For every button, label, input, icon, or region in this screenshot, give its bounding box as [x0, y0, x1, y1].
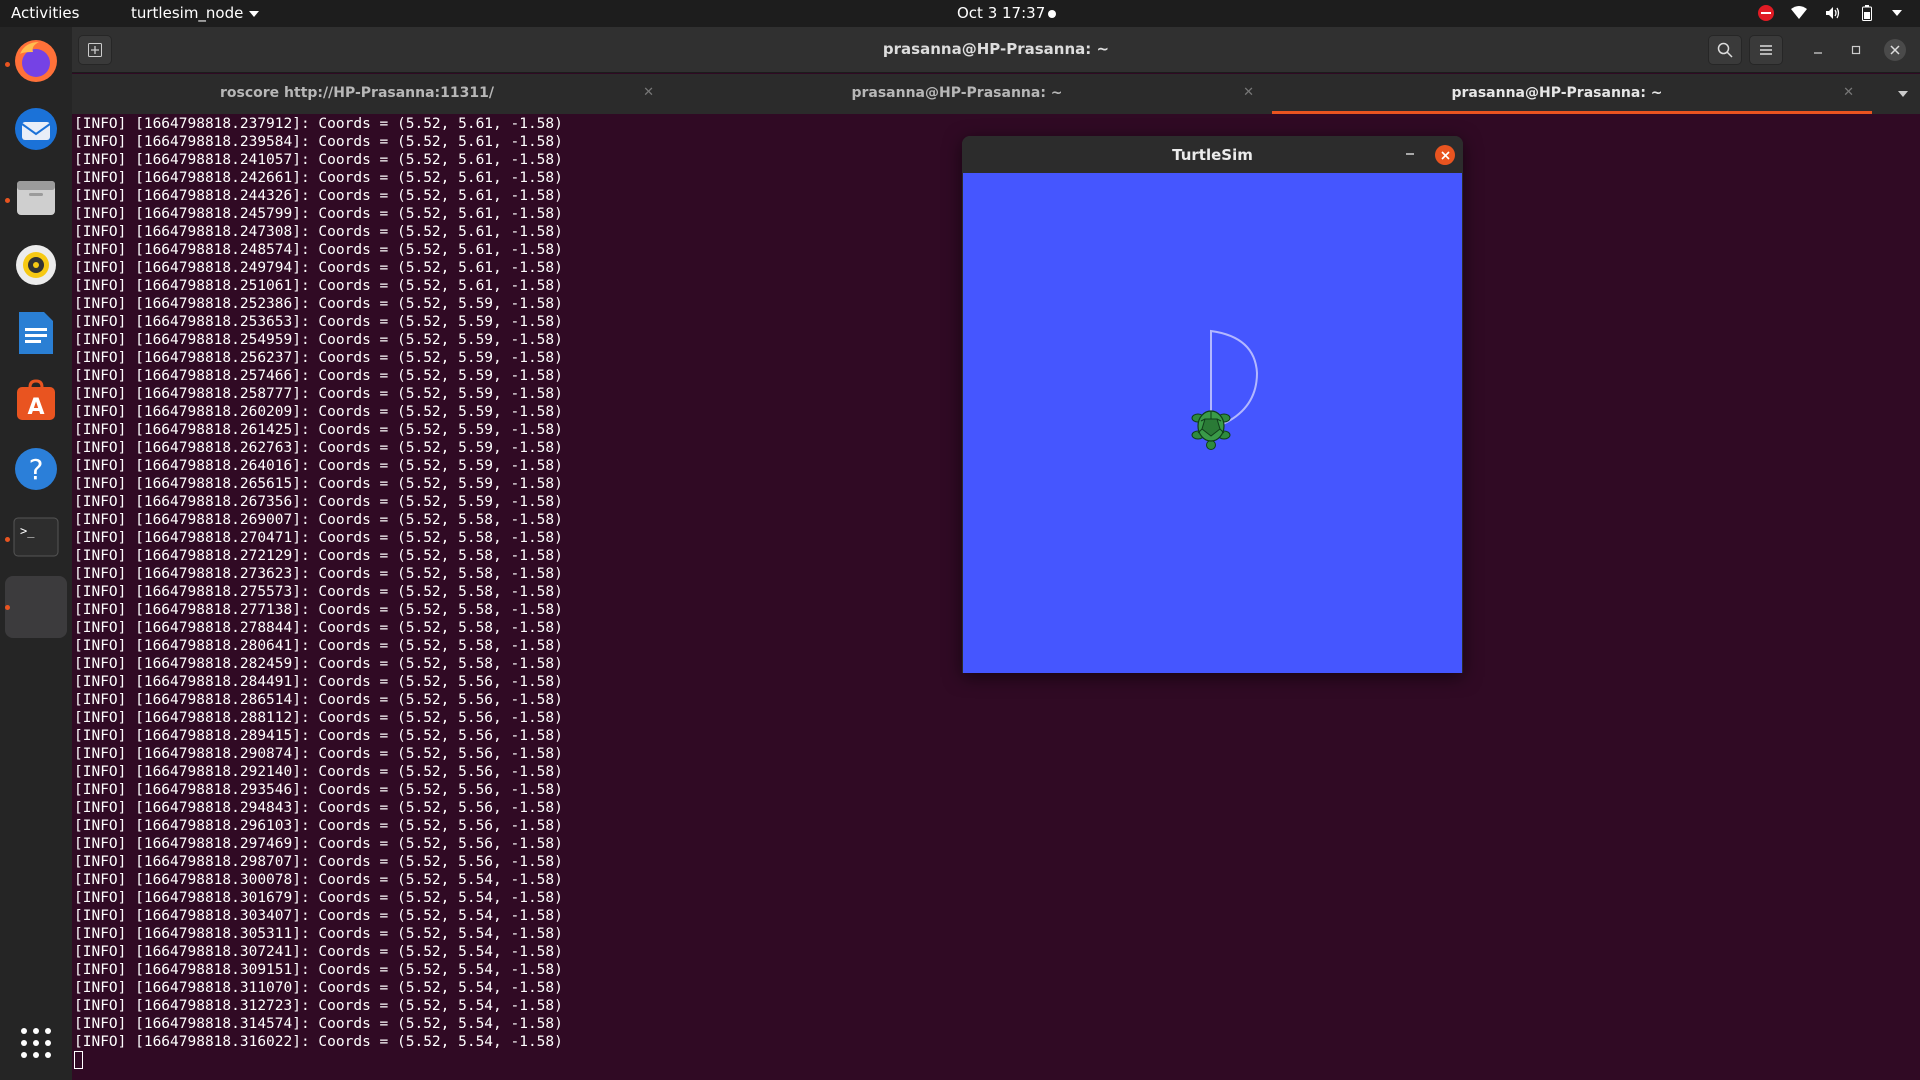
running-indicator — [5, 198, 10, 203]
log-line: [INFO] [1664798818.293546]: Coords = (5.… — [74, 782, 563, 798]
restore-icon — [1851, 45, 1861, 55]
rhythmbox-icon[interactable] — [12, 241, 60, 289]
help-icon[interactable]: ? — [12, 445, 60, 493]
terminal-header-bar: prasanna@HP-Prasanna: ~ — [72, 27, 1920, 73]
log-line: [INFO] [1664798818.294843]: Coords = (5.… — [74, 800, 563, 816]
wifi-icon[interactable] — [1790, 4, 1808, 22]
terminal-cursor — [74, 1051, 83, 1069]
tab-terminal-3[interactable]: prasanna@HP-Prasanna: ~ ✕ — [1272, 74, 1872, 114]
minimize-button[interactable] — [1808, 40, 1828, 60]
turtlesim-minimize-button[interactable] — [1404, 145, 1416, 161]
log-line: [INFO] [1664798818.309151]: Coords = (5.… — [74, 962, 563, 978]
app-menu-label: turtlesim_node — [131, 4, 244, 22]
log-line: [INFO] [1664798818.290874]: Coords = (5.… — [74, 746, 563, 762]
activities-button[interactable]: Activities — [11, 4, 79, 22]
search-icon — [1717, 42, 1733, 58]
system-tray[interactable] — [1758, 4, 1902, 22]
log-line: [INFO] [1664798818.284491]: Coords = (5.… — [74, 674, 563, 690]
chevron-down-icon — [249, 10, 260, 17]
log-line: [INFO] [1664798818.303407]: Coords = (5.… — [74, 908, 563, 924]
log-line: [INFO] [1664798818.312723]: Coords = (5.… — [74, 998, 563, 1014]
turtlesim-titlebar[interactable]: TurtleSim — [962, 136, 1463, 173]
minimize-icon — [1814, 52, 1822, 54]
running-indicator — [5, 537, 10, 542]
top-bar: Activities turtlesim_node Oct 3 17:37 — [0, 0, 1920, 27]
clock[interactable]: Oct 3 17:37 — [957, 4, 1045, 22]
tab-close-icon[interactable]: ✕ — [1243, 85, 1254, 100]
hamburger-icon — [1760, 45, 1772, 55]
turtlesim-close-button[interactable] — [1435, 145, 1455, 165]
log-line: [INFO] [1664798818.286514]: Coords = (5.… — [74, 692, 563, 708]
search-button[interactable] — [1708, 35, 1742, 65]
window-title: prasanna@HP-Prasanna: ~ — [882, 40, 1110, 58]
close-icon — [1890, 45, 1900, 55]
log-line: [INFO] [1664798818.305311]: Coords = (5.… — [74, 926, 563, 942]
terminal-glyph: >_ — [20, 524, 35, 538]
turtlesim-window-icon[interactable] — [5, 576, 67, 638]
log-line: [INFO] [1664798818.297469]: Coords = (5.… — [74, 836, 563, 852]
app-menu[interactable]: turtlesim_node — [131, 4, 260, 22]
tab-label: prasanna@HP-Prasanna: ~ — [1451, 85, 1663, 101]
firefox-icon[interactable] — [12, 37, 60, 85]
do-not-disturb-icon[interactable] — [1758, 5, 1774, 21]
tab-close-icon[interactable]: ✕ — [643, 85, 654, 100]
turtlesim-window: TurtleSim — [962, 136, 1463, 673]
close-icon — [1440, 150, 1450, 160]
turtle-icon — [1191, 410, 1231, 450]
dock: A ? >_ — [0, 27, 72, 1080]
running-indicator — [5, 62, 10, 67]
log-line: [INFO] [1664798818.311070]: Coords = (5.… — [74, 980, 563, 996]
close-button[interactable] — [1884, 39, 1906, 61]
battery-icon[interactable] — [1858, 4, 1876, 22]
log-line: [INFO] [1664798818.316022]: Coords = (5.… — [74, 1034, 563, 1050]
system-menu-chevron-icon[interactable] — [1892, 10, 1902, 16]
maximize-button[interactable] — [1846, 40, 1866, 60]
show-applications-icon[interactable] — [21, 1028, 51, 1058]
help-glyph: ? — [29, 453, 44, 486]
menu-button[interactable] — [1749, 35, 1783, 65]
turtlesim-title: TurtleSim — [1172, 146, 1253, 164]
tab-label: prasanna@HP-Prasanna: ~ — [851, 85, 1063, 101]
running-indicator — [5, 605, 10, 610]
log-line: [INFO] [1664798818.314574]: Coords = (5.… — [74, 1016, 563, 1032]
files-icon[interactable] — [12, 173, 60, 221]
terminal-icon[interactable]: >_ — [12, 513, 60, 561]
tab-close-icon[interactable]: ✕ — [1843, 85, 1854, 100]
log-line: [INFO] [1664798818.298707]: Coords = (5.… — [74, 854, 563, 870]
tab-terminal-2[interactable]: prasanna@HP-Prasanna: ~ ✕ — [672, 74, 1272, 114]
volume-icon[interactable] — [1824, 4, 1842, 22]
turtle-trail — [1210, 329, 1259, 425]
store-glyph: A — [27, 395, 44, 420]
tab-bar: roscore http://HP-Prasanna:11311/ ✕ pras… — [72, 74, 1920, 114]
log-line: [INFO] [1664798818.237912]: Coords = (5.… — [74, 116, 563, 132]
log-line: [INFO] [1664798818.300078]: Coords = (5.… — [74, 872, 563, 888]
turtlesim-canvas — [963, 173, 1462, 673]
libreoffice-writer-icon[interactable] — [12, 309, 60, 357]
tab-roscore[interactable]: roscore http://HP-Prasanna:11311/ ✕ — [72, 74, 672, 114]
minimize-icon — [1406, 153, 1414, 155]
log-line: [INFO] [1664798818.296103]: Coords = (5.… — [74, 818, 563, 834]
log-line: [INFO] [1664798818.307241]: Coords = (5.… — [74, 944, 563, 960]
notification-dot-icon — [1048, 10, 1056, 18]
log-line: [INFO] [1664798818.292140]: Coords = (5.… — [74, 764, 563, 780]
log-line: [INFO] [1664798818.301679]: Coords = (5.… — [74, 890, 563, 906]
software-center-icon[interactable]: A — [12, 377, 60, 425]
log-line: [INFO] [1664798818.289415]: Coords = (5.… — [74, 728, 563, 744]
tab-list-chevron-icon[interactable] — [1898, 91, 1908, 97]
log-line: [INFO] [1664798818.288112]: Coords = (5.… — [74, 710, 563, 726]
thunderbird-icon[interactable] — [12, 105, 60, 153]
tab-label: roscore http://HP-Prasanna:11311/ — [220, 85, 494, 101]
